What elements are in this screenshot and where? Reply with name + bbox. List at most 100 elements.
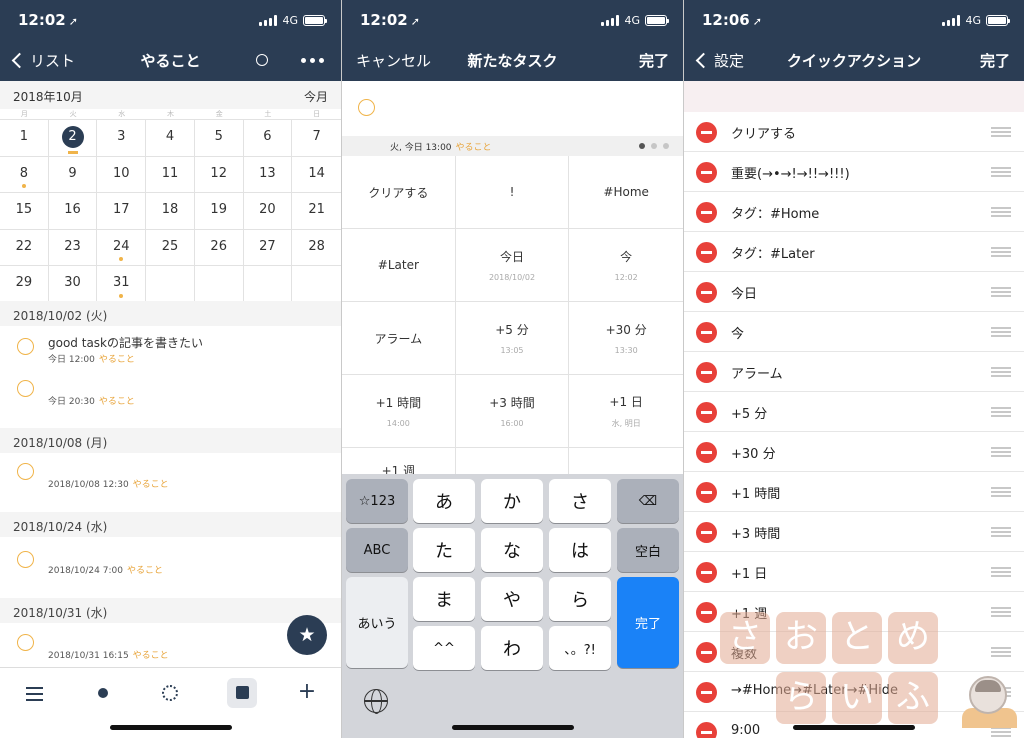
globe-icon[interactable] (364, 689, 388, 714)
calendar-day[interactable]: 30 (48, 266, 98, 303)
reorder-icon[interactable] (991, 287, 1011, 299)
quick-action-row[interactable]: 今 (684, 312, 1024, 352)
reorder-icon[interactable] (991, 487, 1011, 499)
task-row[interactable]: 今日 20:30 やること (0, 372, 341, 424)
task-checkbox[interactable] (17, 634, 34, 651)
dotted-circle-icon[interactable] (162, 685, 178, 701)
calendar-day[interactable]: 6 (243, 120, 293, 157)
calendar-day[interactable]: 23 (48, 229, 98, 266)
kana-key[interactable]: た (413, 528, 475, 572)
calendar-day[interactable]: 29 (0, 266, 49, 303)
delete-icon[interactable] (696, 482, 717, 503)
reorder-icon[interactable] (991, 167, 1011, 179)
circle-icon[interactable] (256, 54, 268, 66)
delete-icon[interactable] (696, 322, 717, 343)
calendar-day[interactable]: 28 (292, 230, 341, 266)
kana-key[interactable]: わ (481, 626, 543, 670)
this-month-button[interactable]: 今月 (304, 88, 328, 105)
calendar-day[interactable]: 18 (146, 193, 195, 230)
delete-icon[interactable] (696, 522, 717, 543)
task-checkbox[interactable] (17, 380, 34, 397)
hiragana-key[interactable]: あいう (346, 577, 408, 668)
quick-action[interactable] (456, 448, 570, 474)
calendar-day[interactable]: 20 (243, 193, 293, 230)
kana-key[interactable]: ら (549, 577, 611, 621)
calendar-day[interactable]: 31 (97, 266, 147, 303)
quick-action-row[interactable]: +3 時間 (684, 512, 1024, 552)
reorder-icon[interactable] (991, 207, 1011, 219)
calendar-day[interactable]: 3 (97, 120, 147, 157)
reorder-icon[interactable] (991, 727, 1011, 738)
kana-key[interactable]: な (481, 528, 543, 572)
done-button[interactable]: 完了 (639, 50, 669, 71)
calendar-day[interactable]: 17 (97, 193, 147, 230)
reorder-icon[interactable] (991, 527, 1011, 539)
quick-action-row[interactable]: タグ：#Later (684, 232, 1024, 272)
kana-key[interactable]: や (481, 577, 543, 621)
quick-action[interactable] (569, 448, 683, 474)
quick-action-row[interactable]: クリアする (684, 112, 1024, 152)
quick-action[interactable]: クリアする (342, 156, 456, 229)
quick-action-row[interactable]: +5 分 (684, 392, 1024, 432)
calendar-day[interactable]: 27 (243, 229, 293, 266)
kana-key[interactable]: か (481, 479, 543, 523)
quick-action[interactable]: #Later (342, 229, 456, 302)
kana-key[interactable]: さ (549, 479, 611, 523)
quick-action[interactable]: +1 週 (342, 448, 456, 474)
quick-action[interactable]: #Home (569, 156, 683, 229)
task-checkbox[interactable] (17, 551, 34, 568)
delete-icon[interactable] (696, 282, 717, 303)
add-task-icon[interactable]: + (292, 678, 322, 708)
calendar-day[interactable]: 10 (97, 156, 147, 193)
symbol-key[interactable]: ☆123 (346, 479, 408, 523)
quick-action-row[interactable]: +1 日 (684, 552, 1024, 592)
menu-icon[interactable] (19, 678, 49, 708)
reorder-icon[interactable] (991, 367, 1011, 379)
quick-action[interactable]: +1 時間 14:00 (342, 375, 456, 448)
calendar-day[interactable]: 24 (97, 229, 147, 266)
kana-key[interactable]: は (549, 528, 611, 572)
calendar-day[interactable]: 21 (292, 193, 341, 230)
calendar-day[interactable]: 26 (194, 229, 244, 266)
kana-key[interactable]: あ (413, 479, 475, 523)
task-row[interactable]: 2018/10/24 7:00 やること (0, 537, 341, 597)
quick-action-row[interactable]: アラーム (684, 352, 1024, 392)
delete-icon[interactable] (696, 162, 717, 183)
reorder-icon[interactable] (991, 407, 1011, 419)
quick-action-row[interactable]: 今日 (684, 272, 1024, 312)
delete-icon[interactable] (696, 682, 717, 703)
quick-action[interactable]: +5 分 13:05 (455, 302, 570, 375)
calendar-day[interactable]: 8 (0, 156, 49, 193)
backspace-key[interactable]: ⌫ (617, 479, 679, 523)
kaomoji-key[interactable]: ^^ (413, 626, 475, 670)
task-input-row[interactable] (342, 81, 683, 136)
keyboard-done-key[interactable]: 完了 (617, 577, 679, 668)
quick-action[interactable]: ! (455, 156, 570, 229)
task-checkbox[interactable] (17, 338, 34, 355)
delete-icon[interactable] (696, 642, 717, 663)
calendar-day-today[interactable]: 2 (48, 120, 98, 157)
kana-key[interactable]: ま (413, 577, 475, 621)
quick-action[interactable]: +3 時間 16:00 (455, 375, 570, 448)
space-key[interactable]: 空白 (617, 528, 679, 572)
calendar-day[interactable]: 22 (0, 229, 49, 266)
calendar-day[interactable]: 25 (146, 229, 195, 266)
delete-icon[interactable] (696, 402, 717, 423)
calendar-day[interactable]: 14 (292, 157, 341, 193)
star-fab-button[interactable]: ★ (287, 615, 327, 655)
delete-icon[interactable] (696, 242, 717, 263)
quick-action-row[interactable]: タグ：#Home (684, 192, 1024, 232)
reorder-icon[interactable] (991, 607, 1011, 619)
calendar-day[interactable]: 5 (194, 120, 244, 157)
quick-action[interactable]: +30 分 13:30 (569, 302, 683, 375)
quick-action-row[interactable]: +30 分 (684, 432, 1024, 472)
abc-key[interactable]: ABC (346, 528, 408, 572)
task-checkbox[interactable] (17, 463, 34, 480)
calendar-day[interactable]: 9 (48, 156, 98, 193)
delete-icon[interactable] (696, 122, 717, 143)
calendar-view-icon[interactable] (227, 678, 257, 708)
delete-icon[interactable] (696, 362, 717, 383)
calendar-day[interactable]: 1 (0, 120, 49, 157)
quick-action[interactable]: 今 12:02 (569, 229, 683, 302)
done-button[interactable]: 完了 (980, 50, 1010, 71)
